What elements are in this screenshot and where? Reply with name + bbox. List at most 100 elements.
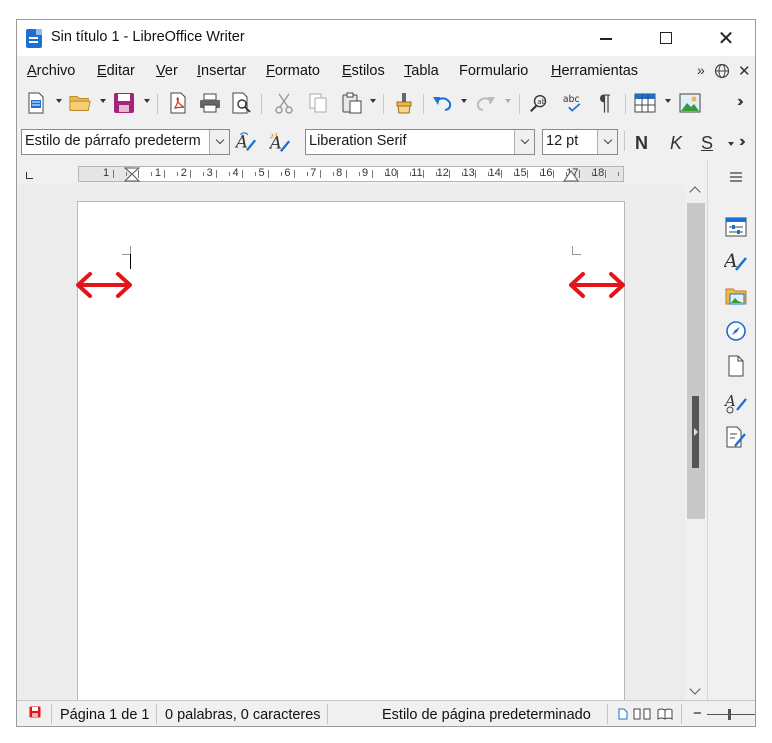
- ruler-tick: [436, 172, 438, 176]
- book-view-icon[interactable]: [657, 708, 673, 724]
- ruler-label: 2: [180, 167, 187, 179]
- scroll-up-icon[interactable]: [689, 186, 701, 198]
- open-dropdown[interactable]: [100, 99, 106, 103]
- document-page[interactable]: [76, 201, 625, 700]
- font-name-combo[interactable]: Liberation Serif: [305, 129, 535, 155]
- ruler-tick: [410, 172, 412, 176]
- ruler-label: 11: [411, 167, 423, 179]
- tab-stop-type-icon[interactable]: [26, 172, 33, 179]
- maximize-button[interactable]: [637, 20, 695, 56]
- single-page-view-icon[interactable]: [618, 708, 628, 724]
- export-pdf-icon[interactable]: [167, 92, 189, 114]
- print-icon[interactable]: [199, 92, 221, 114]
- manage-changes-icon[interactable]: [724, 425, 748, 449]
- paragraph-style-dropdown[interactable]: [209, 130, 229, 154]
- word-count[interactable]: 0 palabras, 0 caracteres: [165, 707, 321, 723]
- multi-page-view-icon[interactable]: [633, 708, 653, 724]
- copy-icon[interactable]: [307, 92, 329, 114]
- clone-formatting-icon[interactable]: [393, 92, 415, 114]
- status-divider: [327, 704, 328, 724]
- ruler-label: 8: [336, 167, 343, 179]
- menu-formulario[interactable]: Formulario: [459, 63, 528, 79]
- document-modified-icon[interactable]: [29, 706, 41, 722]
- toolbar-separator: [624, 131, 625, 151]
- ruler-tick: [423, 170, 425, 178]
- ruler-tick: [112, 170, 114, 178]
- menu-bar: Archivo Editar Ver Insertar Formato Esti…: [17, 56, 755, 86]
- standard-toolbar: ab abc ¶ ››: [17, 86, 755, 122]
- insert-image-icon[interactable]: [679, 92, 701, 114]
- properties-icon[interactable]: [724, 215, 748, 239]
- italic-button[interactable]: K: [670, 133, 682, 154]
- shadow-dropdown[interactable]: [728, 142, 734, 146]
- page-style-label[interactable]: Estilo de página predeterminado: [382, 707, 591, 723]
- scroll-down-icon[interactable]: [689, 683, 701, 695]
- save-icon[interactable]: [113, 92, 135, 114]
- formatting-overflow-icon[interactable]: ››: [739, 133, 745, 151]
- insert-table-icon[interactable]: [634, 92, 656, 114]
- page-count[interactable]: Página 1 de 1: [60, 707, 150, 723]
- navigator-icon[interactable]: [724, 319, 748, 343]
- toolbar-separator: [261, 94, 262, 114]
- redo-dropdown[interactable]: [505, 99, 511, 103]
- ruler-tick: [514, 172, 516, 176]
- new-document-dropdown[interactable]: [56, 99, 62, 103]
- formatting-marks-icon[interactable]: ¶: [594, 90, 616, 115]
- menu-overflow-button[interactable]: »: [697, 62, 705, 78]
- shadow-button[interactable]: S: [701, 133, 713, 154]
- scrollbar-thumb[interactable]: [687, 203, 705, 519]
- right-indent-marker[interactable]: [563, 170, 579, 182]
- bold-button[interactable]: N: [635, 133, 648, 154]
- font-size-combo[interactable]: 12 pt: [542, 129, 618, 155]
- ruler-label: 13: [462, 167, 475, 179]
- menu-estilos[interactable]: Estilos: [342, 63, 385, 79]
- font-size-dropdown[interactable]: [597, 130, 617, 154]
- undo-dropdown[interactable]: [461, 99, 467, 103]
- paste-dropdown[interactable]: [370, 99, 376, 103]
- zoom-slider[interactable]: [707, 714, 755, 715]
- status-divider: [681, 704, 682, 724]
- style-inspector-icon[interactable]: A: [724, 390, 748, 414]
- font-name-value: Liberation Serif: [309, 133, 407, 149]
- menu-tabla[interactable]: Tabla: [404, 63, 439, 79]
- menu-archivo[interactable]: Archivo: [27, 63, 75, 79]
- update-style-icon[interactable]: A: [235, 132, 257, 154]
- menu-ver[interactable]: Ver: [156, 63, 178, 79]
- minimize-button[interactable]: [577, 20, 635, 56]
- undo-icon[interactable]: [431, 92, 453, 114]
- ruler-tick: [617, 172, 619, 176]
- new-document-icon[interactable]: [25, 92, 47, 114]
- cut-icon[interactable]: [273, 92, 295, 114]
- sidebar-collapse-handle[interactable]: [692, 396, 699, 468]
- open-folder-icon[interactable]: [69, 92, 91, 114]
- horizontal-ruler[interactable]: 1123456789101112131415161718: [78, 166, 624, 182]
- close-button[interactable]: ✕: [697, 20, 755, 56]
- menu-formato[interactable]: Formato: [266, 63, 320, 79]
- spelling-icon[interactable]: abc: [562, 92, 584, 114]
- ruler-tick: [242, 170, 244, 178]
- zoom-slider-handle[interactable]: [728, 709, 731, 720]
- close-document-icon[interactable]: ✕: [738, 62, 751, 80]
- insert-table-dropdown[interactable]: [665, 99, 671, 103]
- zoom-out-icon[interactable]: −: [693, 705, 702, 722]
- menu-insertar[interactable]: Insertar: [197, 63, 246, 79]
- paragraph-style-combo[interactable]: Estilo de párrafo predeterm: [21, 129, 230, 155]
- page-icon[interactable]: [724, 354, 748, 378]
- sidebar-menu-icon[interactable]: [724, 165, 748, 189]
- print-preview-icon[interactable]: [231, 92, 253, 114]
- toolbar-overflow-icon[interactable]: ››: [737, 93, 743, 111]
- redo-icon[interactable]: [475, 92, 497, 114]
- save-dropdown[interactable]: [144, 99, 150, 103]
- ruler-tick: [539, 172, 541, 176]
- font-name-dropdown[interactable]: [514, 130, 534, 154]
- ruler-label: 4: [232, 167, 239, 179]
- gallery-icon[interactable]: [724, 284, 748, 308]
- globe-icon[interactable]: [714, 63, 730, 82]
- left-indent-marker[interactable]: [123, 167, 141, 182]
- paste-icon[interactable]: [341, 92, 363, 114]
- menu-editar[interactable]: Editar: [97, 63, 135, 79]
- new-style-icon[interactable]: A: [269, 132, 291, 154]
- styles-icon[interactable]: A: [724, 249, 748, 273]
- menu-herramientas[interactable]: Herramientas: [551, 63, 638, 79]
- find-replace-icon[interactable]: ab: [529, 92, 551, 114]
